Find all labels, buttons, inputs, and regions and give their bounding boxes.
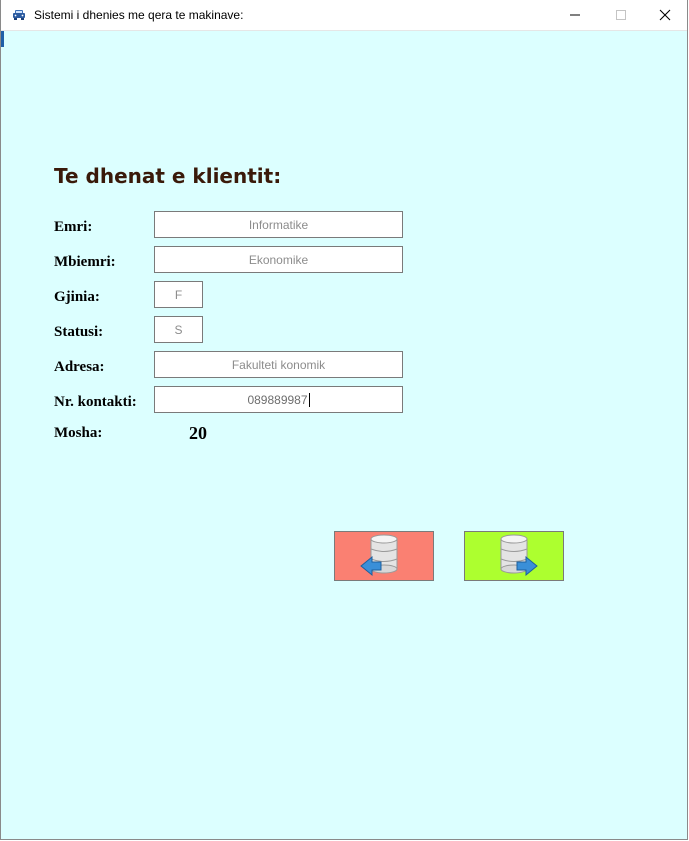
statusi-label: Statusi: (54, 324, 104, 340)
emri-value: Informatike (248, 217, 309, 232)
statusi-value: S (174, 322, 183, 337)
close-button[interactable] (642, 0, 688, 30)
close-icon (659, 9, 671, 21)
form-heading: Te dhenat e klientit: (54, 164, 282, 188)
adresa-value: Fakulteti konomik (231, 357, 326, 372)
adresa-label: Adresa: (54, 359, 105, 375)
gjinia-label: Gjinia: (54, 289, 100, 305)
car-icon (13, 10, 25, 20)
database-back-icon (360, 534, 398, 577)
statusi-field[interactable]: S (154, 316, 203, 343)
back-button[interactable] (334, 531, 434, 581)
title-bar[interactable]: Sistemi i dhenies me qera te makinave: (1, 0, 687, 31)
minimize-button[interactable] (552, 0, 598, 30)
window-edge-accent (1, 31, 4, 47)
maximize-icon (616, 10, 626, 20)
kontakti-label: Nr. kontakti: (54, 394, 137, 410)
next-button[interactable] (464, 531, 564, 581)
kontakti-field[interactable]: 089889987 (154, 386, 403, 413)
mbiemri-field[interactable]: Ekonomike (154, 246, 403, 273)
adresa-field[interactable]: Fakulteti konomik (154, 351, 403, 378)
mosha-value: 20 (189, 423, 207, 443)
maximize-button[interactable] (598, 0, 644, 30)
mbiemri-value: Ekonomike (248, 252, 309, 267)
window-title: Sistemi i dhenies me qera te makinave: (34, 8, 244, 22)
emri-label: Emri: (54, 219, 93, 235)
mosha-label: Mosha: (54, 425, 103, 441)
emri-field[interactable]: Informatike (154, 211, 403, 238)
minimize-icon (570, 14, 580, 16)
kontakti-value: 089889987 (247, 392, 308, 407)
gjinia-field[interactable]: F (154, 281, 203, 308)
gjinia-value: F (174, 287, 183, 302)
app-window: Sistemi i dhenies me qera te makinave: T… (0, 0, 688, 840)
mbiemri-label: Mbiemri: (54, 254, 116, 270)
text-caret (308, 392, 310, 407)
database-forward-icon (500, 534, 538, 577)
